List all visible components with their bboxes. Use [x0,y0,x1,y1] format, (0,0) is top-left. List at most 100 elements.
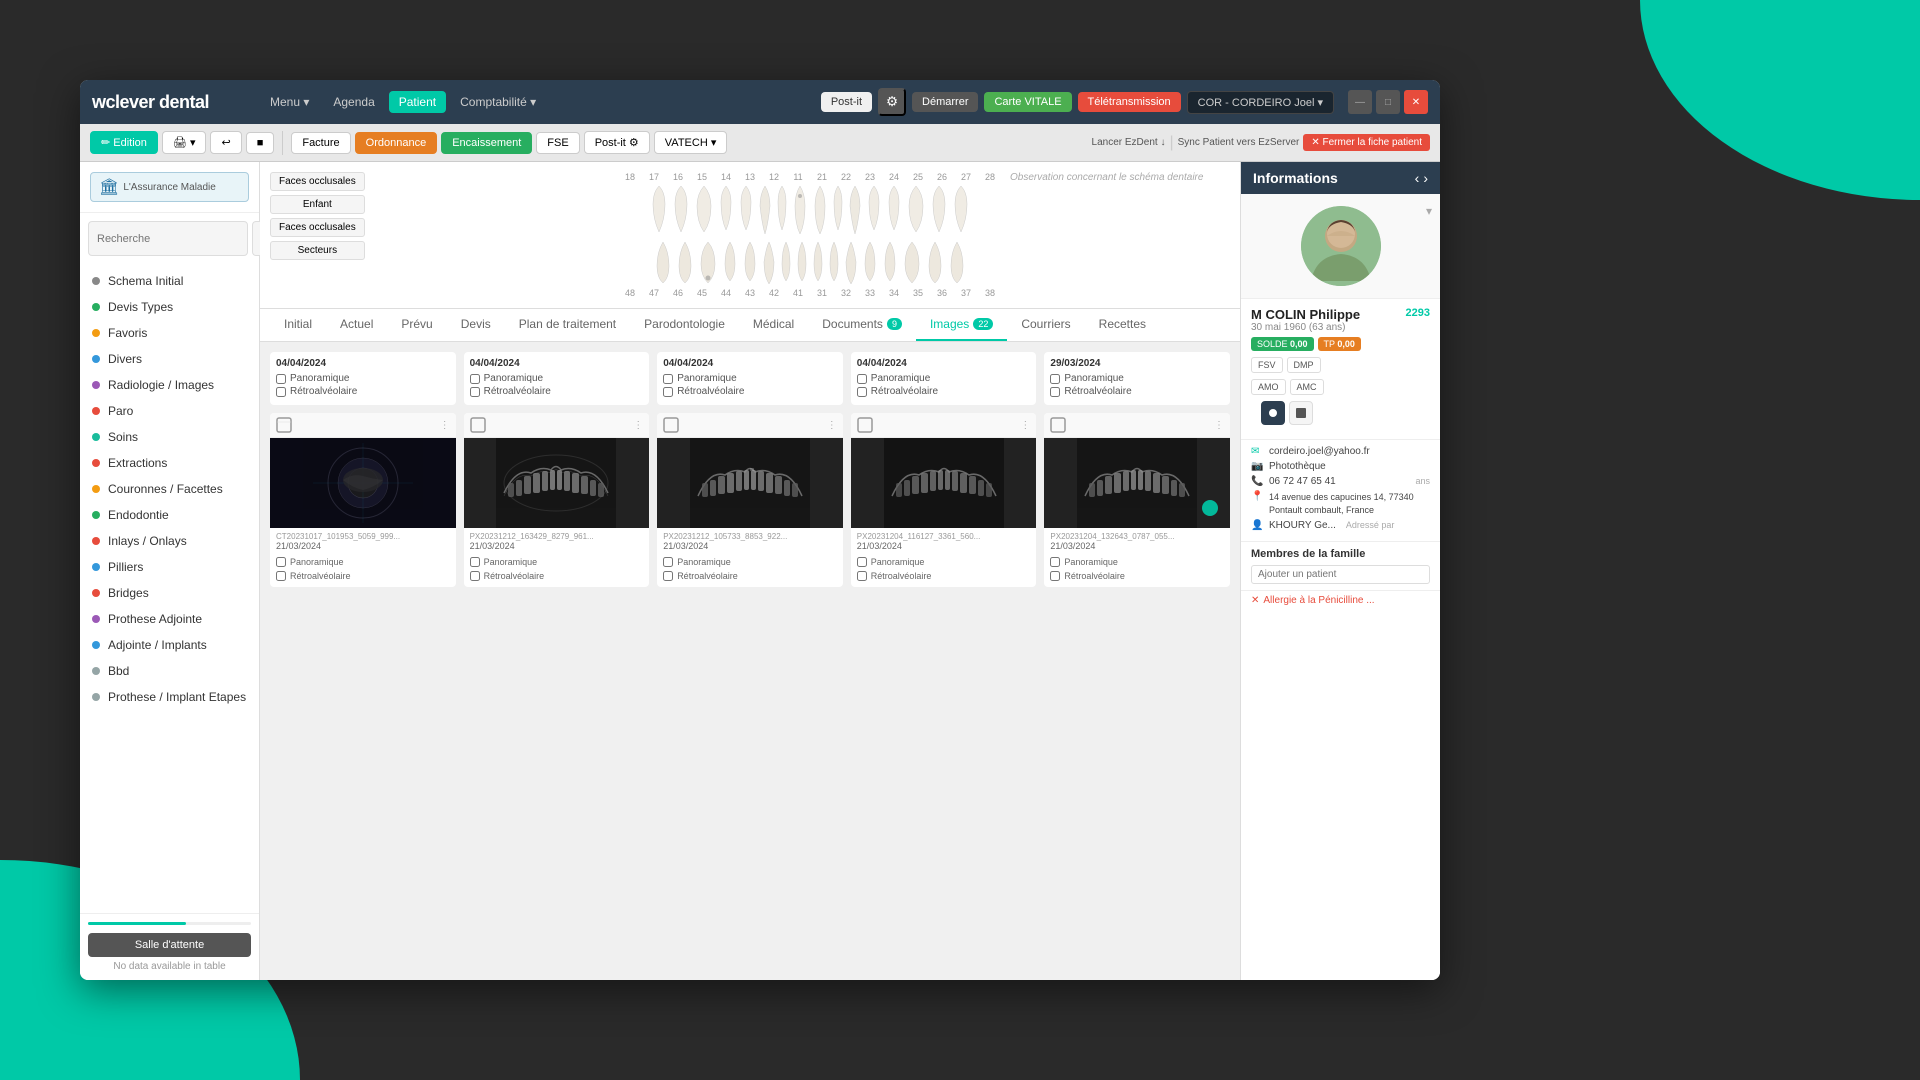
teletransmission-button[interactable]: Télétransmission [1078,92,1181,112]
retro-check[interactable] [663,387,673,397]
undo-button[interactable]: ↩ [210,131,241,154]
retro-cb[interactable] [470,571,480,581]
retro-cb[interactable] [857,571,867,581]
dmp-chip[interactable]: DMP [1287,357,1321,373]
print-button[interactable]: 🖨 ▾ [162,131,207,154]
tooth-38[interactable] [947,240,967,285]
close-patient-button[interactable]: ✕ Fermer la fiche patient [1303,134,1430,151]
retro-cb[interactable] [1050,571,1060,581]
tooth-48[interactable] [653,240,673,285]
ct-scan-thumbnail[interactable] [270,438,456,528]
image-card-pano-2[interactable]: ⋮ [657,413,843,587]
tooth-18[interactable] [649,184,669,234]
tab-actuel[interactable]: Actuel [326,309,387,341]
menu-dots[interactable]: ⋮ [1214,420,1224,431]
carte-vitale-button[interactable]: Carte VITALE [984,92,1071,112]
menu-dots[interactable]: ⋮ [1020,420,1030,431]
toggle-view-2[interactable] [1289,401,1313,425]
sidebar-item-devis[interactable]: Devis Types [80,294,259,320]
faces-occlusales-upper-button[interactable]: Faces occlusales [270,172,365,191]
sidebar-item-favoris[interactable]: Favoris [80,320,259,346]
tab-devis[interactable]: Devis [447,309,505,341]
tooth-25[interactable] [885,184,903,232]
lancer-button[interactable]: Lancer EzDent ↓ [1092,137,1166,148]
tab-documents[interactable]: Documents 9 [808,309,916,341]
sidebar-item-extractions[interactable]: Extractions [80,450,259,476]
tooth-43[interactable] [761,240,777,286]
pano-cb[interactable] [663,557,673,567]
nav-agenda[interactable]: Agenda [323,91,384,113]
image-card-ct[interactable]: ⋮ [270,413,456,587]
pano-check[interactable] [857,374,867,384]
tooth-17[interactable] [671,184,691,234]
retro-cb[interactable] [663,571,673,581]
retro-cb[interactable] [276,571,286,581]
pano-thumbnail-3[interactable] [851,438,1037,528]
image-card-pano-3[interactable]: ⋮ [851,413,1037,587]
settings-icon[interactable]: ▾ [1426,202,1432,220]
nav-menu-item[interactable]: Menu ▾ [260,91,319,113]
tooth-26[interactable] [905,184,927,234]
stop-button[interactable]: ■ [246,132,275,154]
retro-check[interactable] [1050,387,1060,397]
tooth-14[interactable] [737,184,755,232]
pano-cb[interactable] [1050,557,1060,567]
tooth-42[interactable] [779,240,793,283]
post-it-button[interactable]: Post-it [821,92,872,112]
nav-prev[interactable]: ‹ [1415,170,1420,186]
tooth-46[interactable] [697,240,719,285]
sidebar-item-implant-etapes[interactable]: Prothese / Implant Etapes [80,684,259,710]
tab-courriers[interactable]: Courriers [1007,309,1084,341]
sidebar-item-schema[interactable]: Schema Initial [80,268,259,294]
sidebar-item-paro[interactable]: Paro [80,398,259,424]
menu-dots[interactable]: ⋮ [633,420,643,431]
sidebar-item-pilliers[interactable]: Pilliers [80,554,259,580]
user-dropdown[interactable]: COR - CORDEIRO Joel ▾ [1187,91,1334,114]
menu-dots[interactable]: ⋮ [827,420,837,431]
enfant-button[interactable]: Enfant [270,195,365,214]
image-card-pano-1[interactable]: ⋮ [464,413,650,587]
pano-check[interactable] [276,374,286,384]
maximize-button[interactable]: □ [1376,90,1400,114]
add-patient-input[interactable] [1251,565,1430,584]
tooth-11[interactable] [791,184,809,236]
facture-button[interactable]: Facture [291,132,350,154]
sidebar-item-couronnes[interactable]: Couronnes / Facettes [80,476,259,502]
gear-button[interactable]: ⚙ [878,88,906,116]
retro-check[interactable] [857,387,867,397]
pano-check[interactable] [1050,374,1060,384]
edition-button[interactable]: ✏ Edition [90,131,158,154]
nav-comptabilite[interactable]: Comptabilité ▾ [450,91,546,113]
tooth-15[interactable] [717,184,735,232]
tooth-47[interactable] [675,240,695,285]
menu-dots[interactable]: ⋮ [440,420,450,431]
tab-plan[interactable]: Plan de traitement [505,309,630,341]
sidebar-item-bbd[interactable]: Bbd [80,658,259,684]
sidebar-item-radio[interactable]: Radiologie / Images [80,372,259,398]
sidebar-item-soins[interactable]: Soins [80,424,259,450]
post-it-toolbar-button[interactable]: Post-it ⚙ [584,131,650,154]
tooth-13[interactable] [757,184,773,236]
tooth-21[interactable] [811,184,829,236]
tooth-27[interactable] [929,184,949,234]
pano-thumbnail-4[interactable] [1044,438,1230,528]
secteurs-button[interactable]: Secteurs [270,241,365,260]
tab-prevu[interactable]: Prévu [387,309,446,341]
tooth-22[interactable] [831,184,845,232]
minimize-button[interactable]: — [1348,90,1372,114]
tooth-16[interactable] [693,184,715,234]
fsv-chip[interactable]: FSV [1251,357,1283,373]
tooth-45[interactable] [721,240,739,283]
image-card-pano-4[interactable]: ⋮ [1044,413,1230,587]
toggle-view-1[interactable] [1261,401,1285,425]
tab-images[interactable]: Images 22 [916,309,1007,341]
tooth-24[interactable] [865,184,883,232]
tooth-12[interactable] [775,184,789,232]
encaissement-button[interactable]: Encaissement [441,132,532,154]
tooth-32[interactable] [827,240,841,283]
faces-occlusales-lower-button[interactable]: Faces occlusales [270,218,365,237]
tooth-37[interactable] [925,240,945,285]
pano-check[interactable] [470,374,480,384]
retro-check[interactable] [276,387,286,397]
tooth-23[interactable] [847,184,863,236]
